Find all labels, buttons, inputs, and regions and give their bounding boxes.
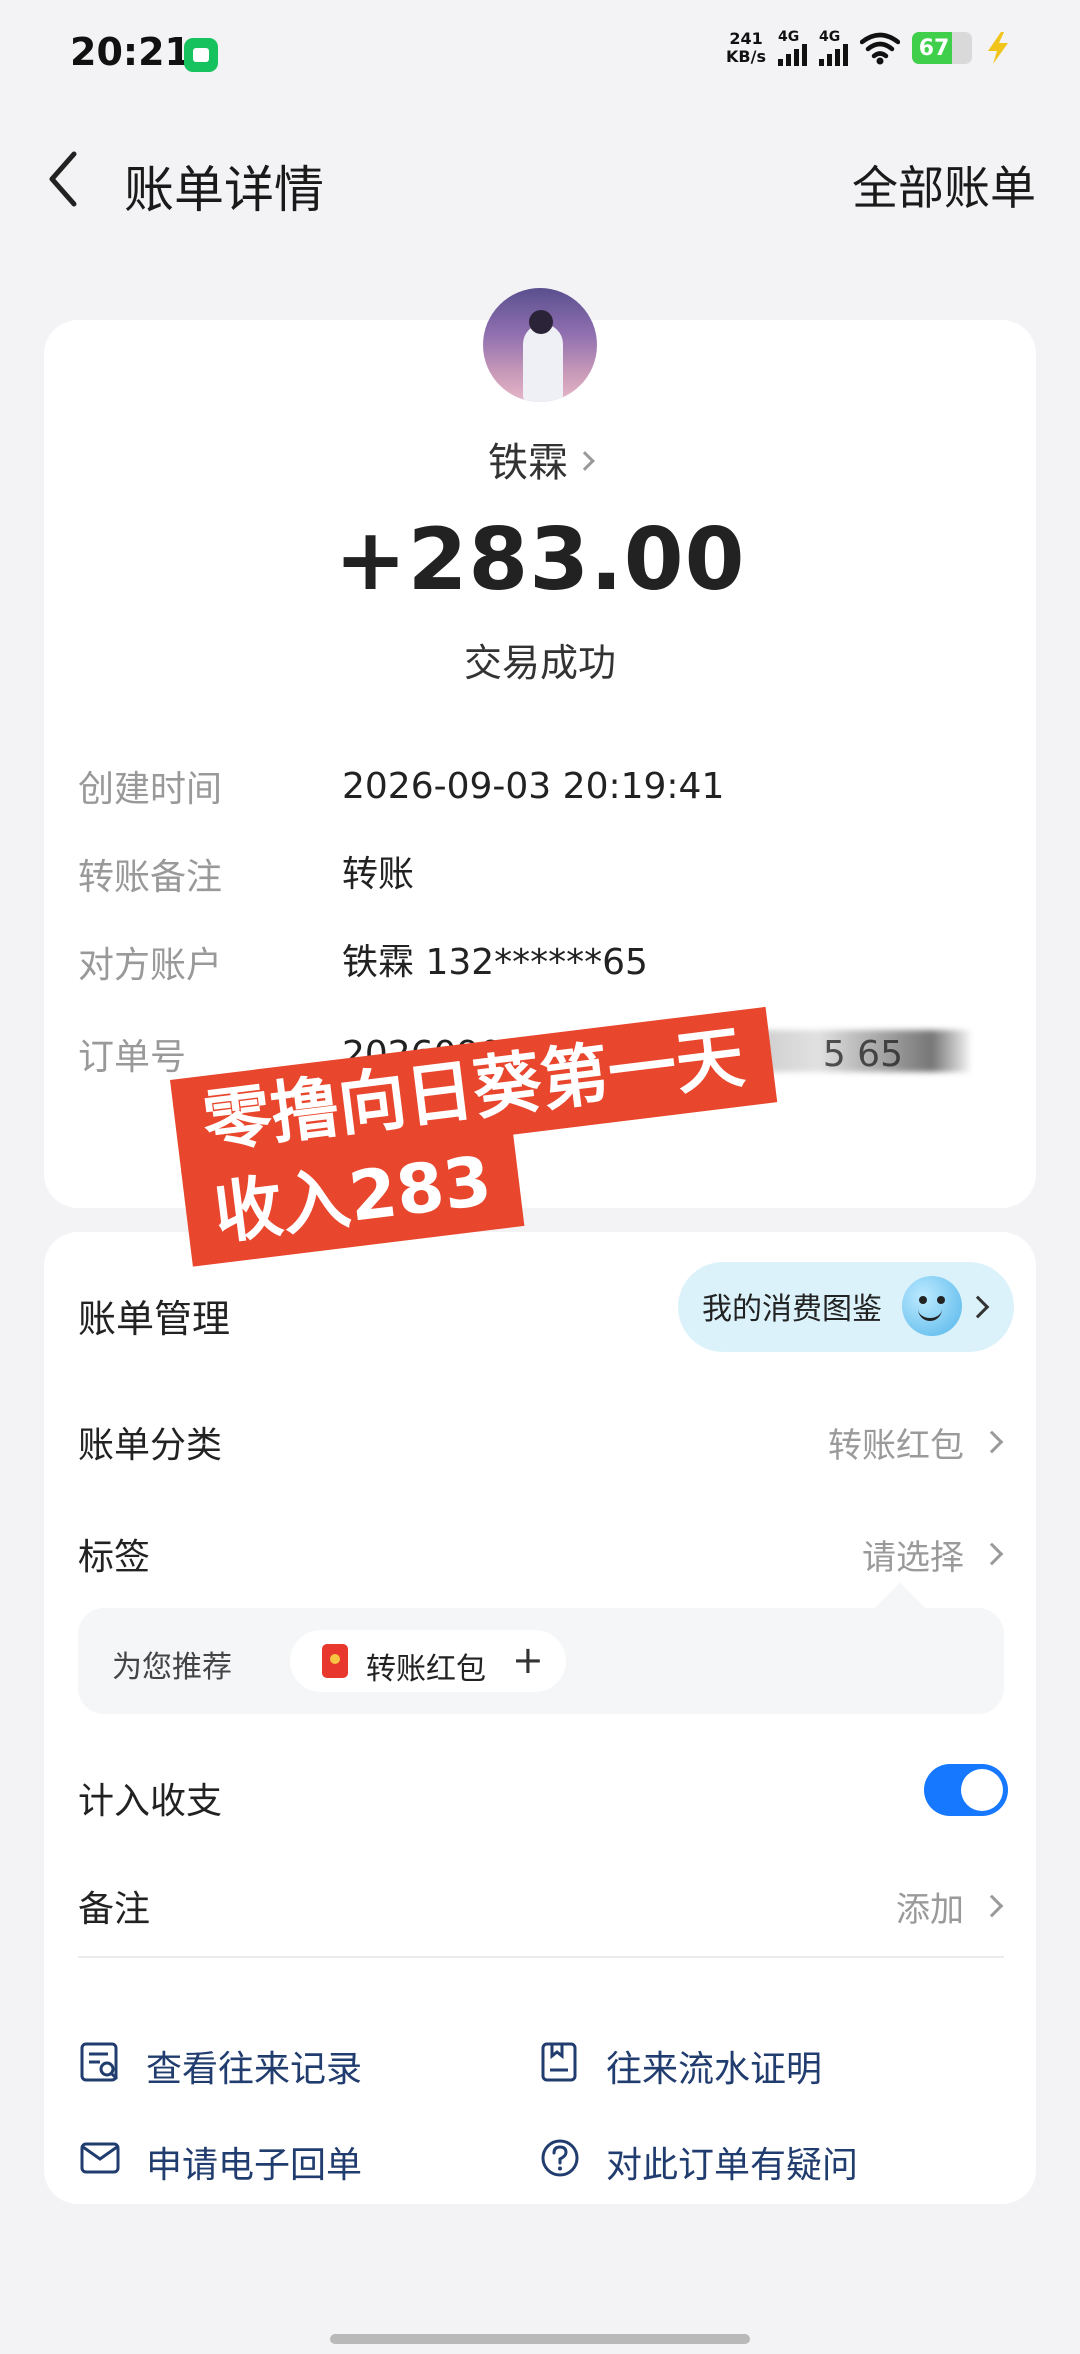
mascot-icon xyxy=(902,1276,962,1336)
info-label: 订单号 xyxy=(78,1037,187,1078)
info-value: 2026-09-03 20:19:41 xyxy=(342,766,725,807)
action-label: 申请电子回单 xyxy=(146,2145,363,2186)
cell-signal-icon-2: 4G xyxy=(819,30,848,66)
bill-management-card: 账单管理 我的消费图鉴 账单分类 转账红包 标签 请选择 为您推荐 转账红包 +… xyxy=(44,1232,1036,2204)
charging-bolt-icon xyxy=(988,32,1008,64)
screen: 20:21 241 KB/s 4G 4G 67 账单详情 全部账单 铁霖 +28… xyxy=(0,0,1080,2354)
e-receipt-link[interactable]: 申请电子回单 xyxy=(78,2128,498,2188)
tag-row[interactable]: 标签 请选择 xyxy=(78,1522,1008,1582)
page-title: 账单详情 xyxy=(124,161,324,219)
count-in-balance-row: 计入收支 xyxy=(78,1764,1008,1826)
network-speed-value: 241 xyxy=(729,29,763,48)
row-value: 请选择 xyxy=(862,1538,964,1578)
status-time: 20:21 xyxy=(70,30,191,74)
cell-signal-icon: 4G xyxy=(778,30,807,66)
chevron-right-icon xyxy=(966,1295,990,1319)
recommended-tag-chip[interactable]: 转账红包 + xyxy=(290,1630,566,1692)
back-arrow-icon[interactable] xyxy=(42,148,86,210)
chevron-right-icon xyxy=(980,1894,1004,1918)
recommend-label: 为您推荐 xyxy=(112,1650,232,1685)
payer-avatar[interactable] xyxy=(483,288,597,402)
count-in-toggle[interactable] xyxy=(924,1764,1008,1816)
info-value: 转账 xyxy=(342,854,415,895)
divider xyxy=(78,1956,1004,1958)
home-indicator[interactable] xyxy=(330,2334,750,2344)
info-label: 对方账户 xyxy=(78,945,223,986)
row-label: 计入收支 xyxy=(78,1781,223,1822)
row-label: 备注 xyxy=(78,1889,151,1930)
toggle-knob xyxy=(961,1769,1003,1811)
mail-icon xyxy=(80,2142,120,2174)
bill-category-row[interactable]: 账单分类 转账红包 xyxy=(78,1410,1008,1470)
row-value: 添加 xyxy=(896,1890,964,1930)
chip-label: 转账红包 xyxy=(366,1652,486,1687)
header: 账单详情 全部账单 xyxy=(0,130,1080,230)
all-bills-link[interactable]: 全部账单 xyxy=(852,152,1036,218)
atlas-label: 我的消费图鉴 xyxy=(702,1292,882,1327)
wifi-icon xyxy=(860,32,900,65)
network-speed-unit: KB/s xyxy=(726,47,766,66)
network-speed: 241 KB/s xyxy=(726,30,766,66)
info-value: 铁霖 132******65 xyxy=(342,942,648,983)
action-label: 往来流水证明 xyxy=(606,2049,823,2090)
cell-signal-label: 4G xyxy=(778,29,800,45)
remark-row[interactable]: 备注 添加 xyxy=(78,1874,1008,1934)
info-label: 转账备注 xyxy=(78,857,223,898)
order-question-link[interactable]: 对此订单有疑问 xyxy=(538,2128,958,2188)
chevron-right-icon xyxy=(575,451,595,471)
transaction-amount: +283.00 xyxy=(334,510,746,610)
payer-name-link[interactable]: 铁霖 xyxy=(44,430,1036,488)
chevron-right-icon xyxy=(980,1542,1004,1566)
action-label: 查看往来记录 xyxy=(146,2049,363,2090)
row-label: 标签 xyxy=(78,1537,151,1578)
action-label: 对此订单有疑问 xyxy=(606,2145,859,2186)
consumption-atlas-button[interactable]: 我的消费图鉴 xyxy=(678,1262,1014,1352)
plus-icon: + xyxy=(512,1638,544,1682)
statement-proof-link[interactable]: 往来流水证明 xyxy=(538,2032,958,2092)
transaction-status: 交易成功 xyxy=(463,641,616,685)
section-title: 账单管理 xyxy=(78,1297,231,1341)
view-records-link[interactable]: 查看往来记录 xyxy=(78,2032,498,2092)
status-indicators: 241 KB/s 4G 4G 67 xyxy=(726,30,1012,66)
chevron-right-icon xyxy=(980,1430,1004,1454)
row-value: 转账红包 xyxy=(828,1426,964,1466)
payer-name: 铁霖 xyxy=(488,440,568,486)
info-label: 创建时间 xyxy=(78,769,223,810)
status-bar: 20:21 241 KB/s 4G 4G 67 xyxy=(0,0,1080,100)
statement-icon xyxy=(541,2042,577,2082)
tag-recommendation: 为您推荐 转账红包 + xyxy=(78,1608,1004,1714)
battery-level: 67 xyxy=(918,36,950,61)
records-icon xyxy=(80,2042,119,2082)
red-envelope-icon xyxy=(322,1644,348,1678)
question-icon xyxy=(541,2139,579,2177)
cell-signal-label-2: 4G xyxy=(819,29,841,45)
row-label: 账单分类 xyxy=(78,1425,223,1466)
notification-app-icon xyxy=(184,38,218,72)
battery-icon: 67 xyxy=(912,32,972,64)
